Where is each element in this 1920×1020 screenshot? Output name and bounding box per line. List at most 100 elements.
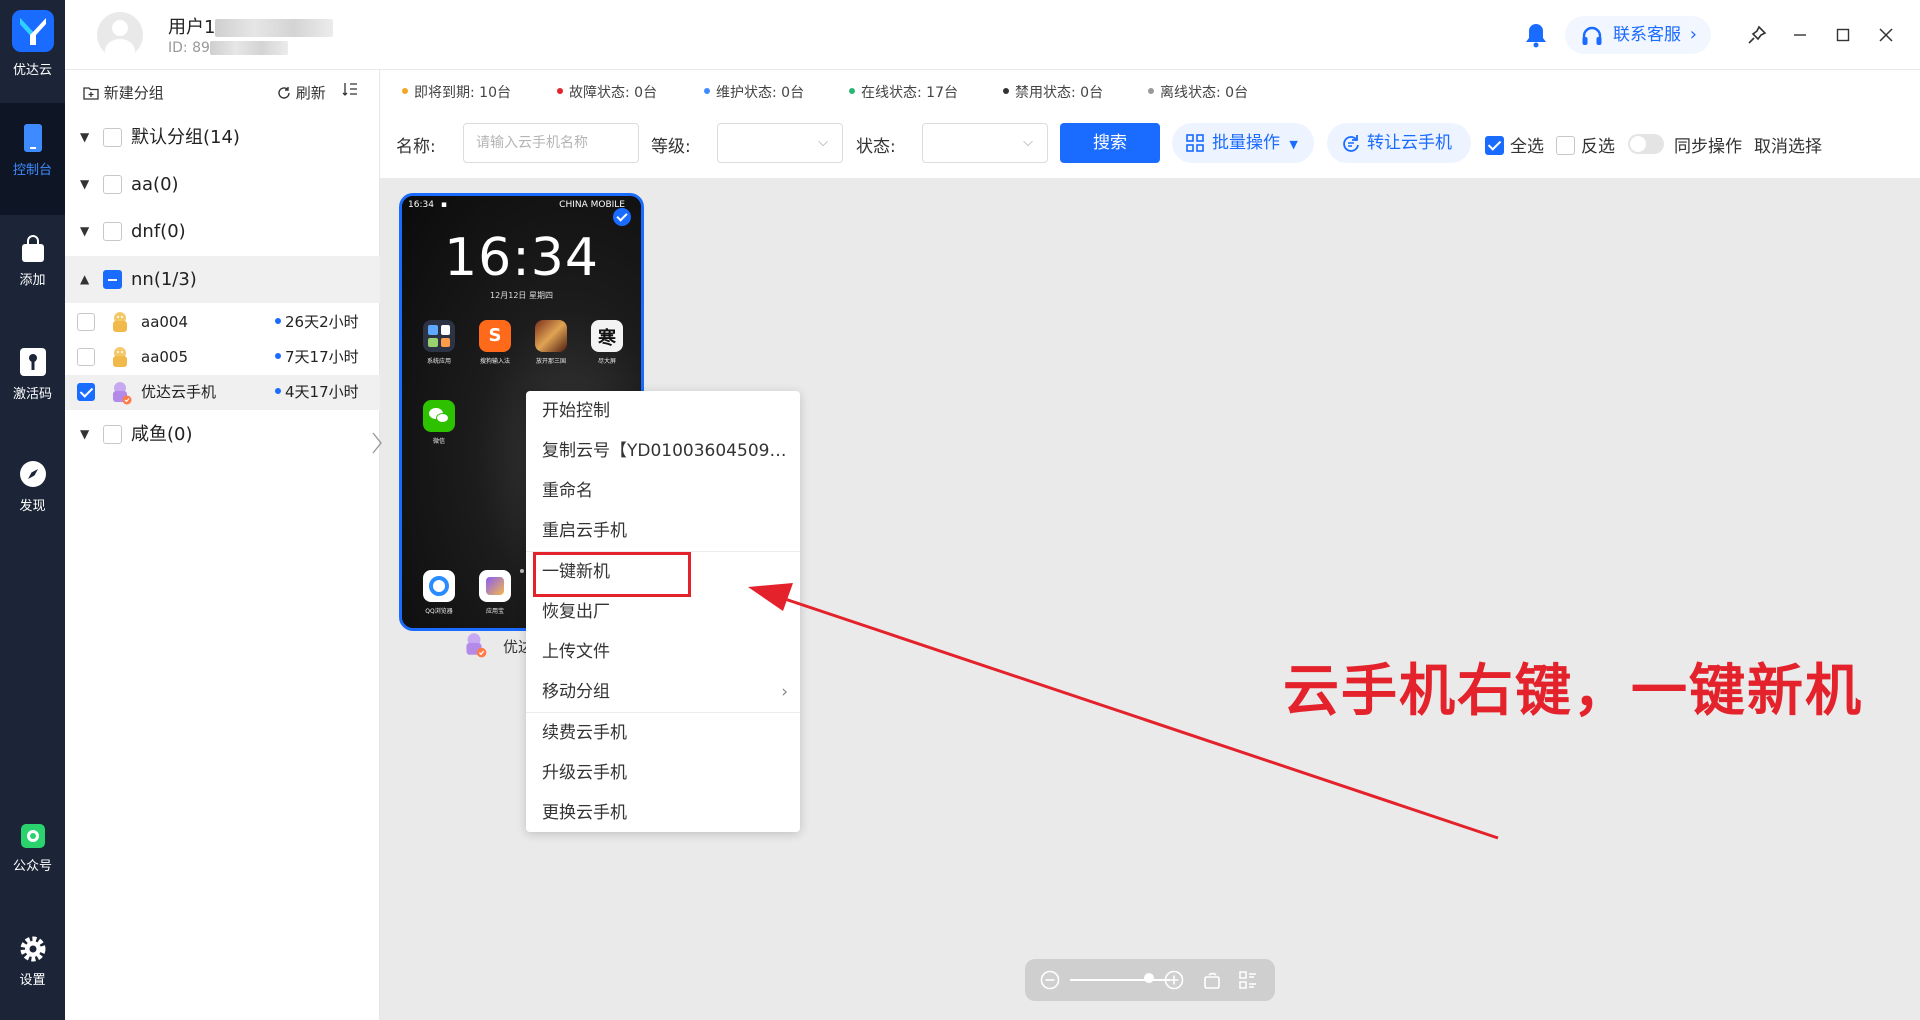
state-select[interactable]: ⌵ xyxy=(922,123,1048,163)
group-aa[interactable]: ▼ aa(0) xyxy=(65,161,380,208)
search-button[interactable]: 搜索 xyxy=(1060,123,1160,163)
close-button[interactable] xyxy=(1871,20,1901,50)
device-row[interactable]: aa005 7天17小时 xyxy=(65,340,380,375)
name-placeholder: 请输入云手机名称 xyxy=(476,135,588,151)
zoom-out-icon[interactable] xyxy=(1040,970,1060,990)
nav-label: 控制台 xyxy=(12,163,52,178)
nav-activation-code[interactable]: 激活码 xyxy=(0,327,65,439)
group-nn[interactable]: ▲ nn(1/3) xyxy=(65,256,380,303)
phone-app[interactable]: 放开那三国 xyxy=(528,320,574,365)
app-label: 尽大屏 xyxy=(597,358,616,365)
caret-down-icon[interactable]: ▼ xyxy=(80,114,89,161)
phone-status-bar: 16:34 ▪ CHINA MOBILE xyxy=(408,200,635,210)
phone-app[interactable]: S 搜狗输入法 xyxy=(472,320,518,365)
name-input[interactable]: 请输入云手机名称 xyxy=(463,123,639,163)
batch-operation-button[interactable]: 批量操作 ▼ xyxy=(1172,123,1314,163)
group-checkbox[interactable] xyxy=(103,175,122,194)
status-offline[interactable]: 离线状态: 0台 xyxy=(1148,82,1248,102)
nav-official-account[interactable]: 公众号 xyxy=(0,803,65,915)
group-checkbox[interactable] xyxy=(103,222,122,241)
caret-down-icon[interactable]: ▼ xyxy=(80,411,89,458)
status-online[interactable]: 在线状态: 17台 xyxy=(849,82,958,102)
android-device-icon xyxy=(113,312,127,332)
menu-rename[interactable]: 重命名 xyxy=(526,471,800,511)
premium-device-icon xyxy=(466,633,487,658)
group-label: dnf(0) xyxy=(131,221,186,242)
device-checkbox[interactable] xyxy=(77,383,95,401)
sogou-input-icon: S xyxy=(479,320,511,352)
phone-app[interactable]: 应用宝 xyxy=(472,570,518,615)
menu-upload-file[interactable]: 上传文件 xyxy=(526,632,800,672)
collapse-panel-handle[interactable] xyxy=(370,430,390,470)
nav-console[interactable]: 控制台 xyxy=(0,103,65,215)
group-default[interactable]: ▼ 默认分组(14) xyxy=(65,114,380,161)
nav-label: 公众号 xyxy=(12,859,52,874)
zoom-slider-track[interactable] xyxy=(1070,979,1170,981)
group-xianyu[interactable]: ▼ 咸鱼(0) xyxy=(65,411,380,458)
menu-start-control[interactable]: 开始控制 xyxy=(526,391,800,431)
search-button-label: 搜索 xyxy=(1093,133,1127,153)
status-fault[interactable]: 故障状态: 0台 xyxy=(557,82,657,102)
sort-button[interactable] xyxy=(342,82,358,100)
zoom-toolbar xyxy=(1025,959,1275,1001)
status-expiring[interactable]: 即将到期: 10台 xyxy=(402,82,511,102)
checkbox-box[interactable] xyxy=(1556,135,1575,155)
ink-game-icon: 寒 xyxy=(591,320,623,352)
android-device-icon xyxy=(113,347,127,367)
rotate-icon[interactable] xyxy=(1202,970,1222,990)
device-checkbox[interactable] xyxy=(77,348,95,366)
phone-app[interactable]: 微信 xyxy=(416,400,462,445)
menu-restart-phone[interactable]: 重启云手机 xyxy=(526,511,800,551)
avatar[interactable] xyxy=(97,12,143,58)
caret-down-icon[interactable]: ▼ xyxy=(80,161,89,208)
group-checkbox[interactable] xyxy=(103,425,122,444)
status-label: 在线状态: 17台 xyxy=(861,85,958,101)
app-label: 微信 xyxy=(432,438,445,445)
zoom-slider-knob[interactable] xyxy=(1144,973,1154,983)
status-dot xyxy=(704,88,710,94)
group-checkbox[interactable] xyxy=(103,270,122,289)
selected-check-icon[interactable] xyxy=(613,208,631,226)
level-select[interactable]: ⌵ xyxy=(717,123,843,163)
app-logo[interactable]: 优达云 xyxy=(0,10,65,78)
status-disabled[interactable]: 禁用状态: 0台 xyxy=(1003,82,1103,102)
sync-toggle[interactable] xyxy=(1628,134,1664,154)
minimize-button[interactable] xyxy=(1785,20,1815,50)
menu-renew-phone[interactable]: 续费云手机 xyxy=(526,713,800,753)
contact-service-button[interactable]: 联系客服 › xyxy=(1565,16,1711,54)
cancel-selection-button[interactable]: 取消选择 xyxy=(1754,132,1822,157)
menu-move-group[interactable]: 移动分组 › xyxy=(526,672,800,712)
menu-copy-cloud-id[interactable]: 复制云号【YD01003604509… xyxy=(526,431,800,471)
checkbox-box[interactable] xyxy=(1485,135,1504,155)
caret-down-icon[interactable]: ▼ xyxy=(80,208,89,255)
group-checkbox[interactable] xyxy=(103,128,122,147)
caret-up-icon[interactable]: ▲ xyxy=(80,256,89,303)
status-maintenance[interactable]: 维护状态: 0台 xyxy=(704,82,804,102)
menu-replace-phone[interactable]: 更换云手机 xyxy=(526,793,800,833)
nav-discover[interactable]: 发现 xyxy=(0,439,65,551)
status-label: 即将到期: 10台 xyxy=(414,85,511,101)
phone-app[interactable]: 寒 尽大屏 xyxy=(584,320,630,365)
menu-factory-reset[interactable]: 恢复出厂 xyxy=(526,592,800,632)
layout-list-icon[interactable] xyxy=(1238,970,1258,990)
device-checkbox[interactable] xyxy=(77,313,95,331)
bell-icon[interactable] xyxy=(1524,22,1548,48)
maximize-button[interactable] xyxy=(1828,20,1858,50)
phone-app[interactable]: QQ浏览器 xyxy=(416,570,462,615)
transfer-phone-button[interactable]: 转让云手机 xyxy=(1327,123,1471,163)
refresh-button[interactable]: 刷新 xyxy=(277,82,326,103)
nav-add[interactable]: 添加 xyxy=(0,215,65,327)
group-dnf[interactable]: ▼ dnf(0) xyxy=(65,208,380,255)
phone-app[interactable]: 系统应用 xyxy=(416,320,462,365)
state-label: 状态: xyxy=(856,137,896,157)
select-all-checkbox[interactable]: 全选 xyxy=(1485,132,1544,157)
new-group-button[interactable]: 新建分组 xyxy=(83,82,164,103)
nav-settings[interactable]: 设置 xyxy=(0,915,65,1020)
menu-upgrade-phone[interactable]: 升级云手机 xyxy=(526,753,800,793)
device-row[interactable]: 优达云手机 4天17小时 xyxy=(65,375,380,410)
zoom-in-icon[interactable] xyxy=(1164,970,1184,990)
invert-selection-checkbox[interactable]: 反选 xyxy=(1556,132,1615,157)
pin-button[interactable] xyxy=(1742,20,1772,50)
device-name: aa004 xyxy=(141,313,189,331)
device-row[interactable]: aa004 26天2小时 xyxy=(65,305,380,340)
